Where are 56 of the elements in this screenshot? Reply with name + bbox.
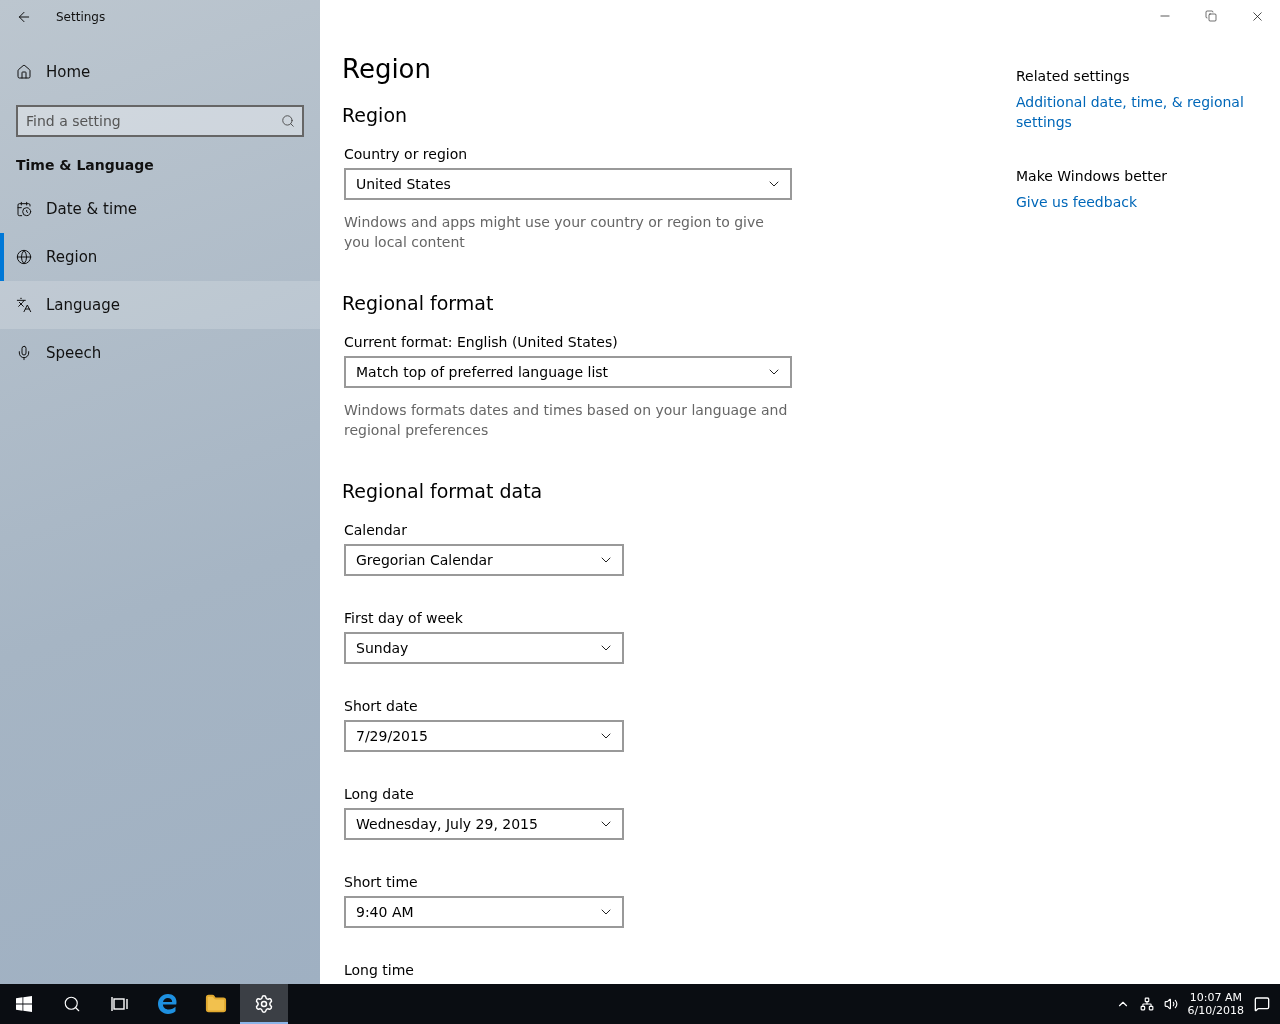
sidebar-item-label: Date & time (46, 200, 137, 218)
gear-icon (254, 994, 274, 1014)
globe-icon (16, 249, 32, 265)
field-label: Calendar (344, 522, 408, 538)
search-icon (281, 114, 295, 128)
field-label: Country or region (344, 146, 469, 162)
sidebar-item-label: Language (46, 296, 121, 314)
sidebar-item-label: Speech (46, 344, 102, 362)
windows-logo-icon (16, 996, 32, 1012)
volume-icon[interactable] (1163, 997, 1178, 1011)
dropdown[interactable]: 7/29/2015 (344, 720, 624, 752)
field-label: Current format: English (United States) (344, 334, 619, 350)
home-label: Home (46, 63, 91, 81)
field-label: Long time (344, 962, 415, 978)
sidebar-item[interactable]: Language (0, 281, 320, 329)
dropdown[interactable]: Sunday (344, 632, 624, 664)
section-heading: Regional format (342, 292, 495, 314)
dropdown[interactable]: Wednesday, July 29, 2015 (344, 808, 624, 840)
taskbar-button[interactable] (240, 984, 288, 1024)
related-heading: Related settings (1016, 68, 1131, 84)
clock[interactable]: 10:07 AM 6/10/2018 (1187, 991, 1244, 1017)
settings-link[interactable]: Additional date, time, & regional settings (1016, 92, 1256, 132)
folder-icon (205, 993, 227, 1015)
home-icon (16, 64, 32, 80)
field-description: Windows formats dates and times based on your language and regional preferences (344, 401, 789, 440)
language-icon (16, 297, 32, 313)
dropdown[interactable]: Gregorian Calendar (344, 544, 624, 576)
dropdown[interactable]: 9:40 AM (344, 896, 624, 928)
dropdown[interactable]: United States (344, 168, 792, 200)
microphone-icon (16, 345, 32, 361)
field-description: Windows and apps might use your country or region to give you local content (344, 213, 765, 252)
window-title: Settings (56, 10, 106, 24)
field-label: Long date (344, 786, 415, 802)
section-title: Time & Language (15, 156, 155, 175)
related-heading: Make Windows better (1016, 168, 1169, 184)
field-label: First day of week (344, 610, 464, 626)
field-label: Short time (344, 874, 419, 890)
network-icon[interactable] (1139, 997, 1154, 1011)
page-title: Region (342, 54, 432, 84)
dropdown[interactable]: Match top of preferred language list (344, 356, 792, 388)
task-view-icon (111, 996, 129, 1012)
section-heading: Regional format data (342, 480, 544, 502)
sidebar-item[interactable]: Region (0, 233, 320, 281)
calendar-clock-icon (16, 201, 32, 217)
back-button[interactable] (16, 9, 32, 25)
settings-link[interactable]: Give us feedback (1016, 192, 1256, 212)
sidebar-item-label: Region (46, 248, 98, 266)
field-label: Short date (344, 698, 419, 714)
sidebar-item[interactable]: Speech (0, 329, 320, 377)
home-nav-item[interactable]: Home (0, 48, 320, 96)
sidebar-item[interactable]: Date & time (0, 185, 320, 233)
search-icon (63, 995, 81, 1013)
notification-icon[interactable] (1254, 996, 1270, 1012)
restore-icon (1205, 10, 1217, 22)
section-heading: Region (342, 104, 409, 126)
search-field[interactable]: Find a setting (16, 105, 304, 137)
